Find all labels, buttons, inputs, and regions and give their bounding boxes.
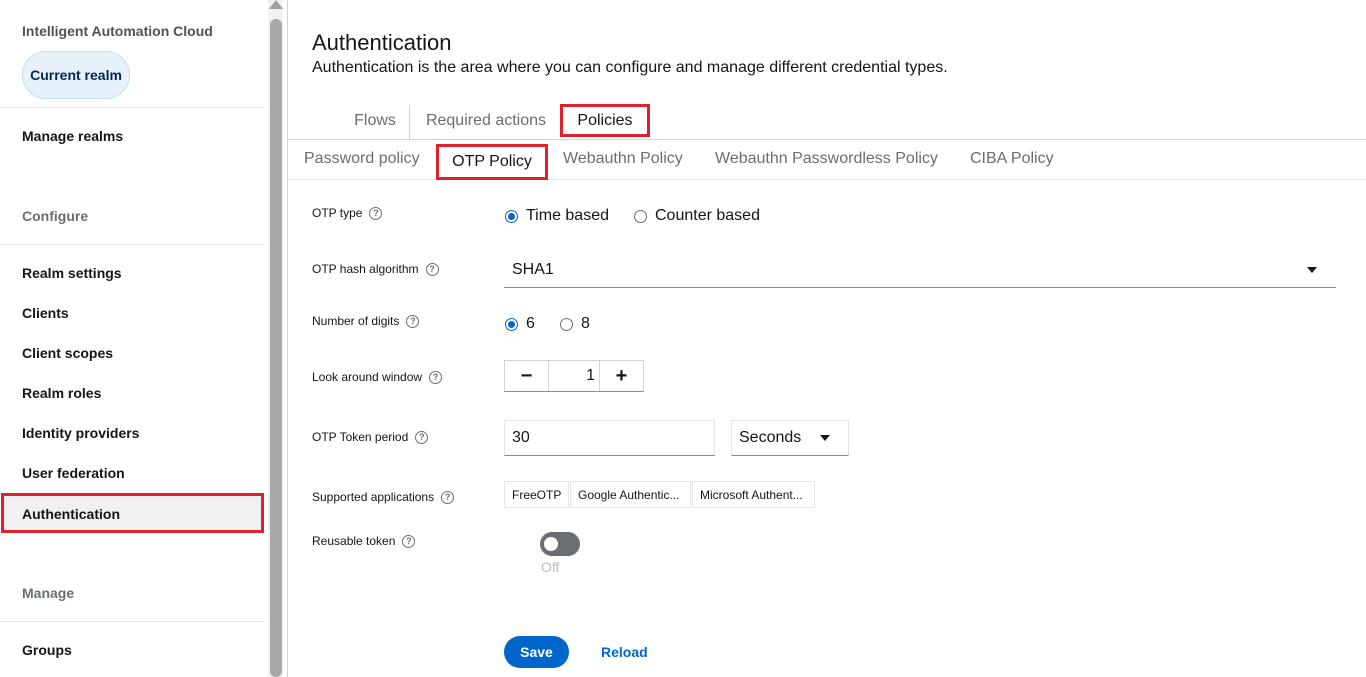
reusable-token-label: Reusable token ? (312, 534, 416, 548)
hash-algorithm-label-text: OTP hash algorithm (312, 262, 419, 276)
scrollbar-thumb[interactable] (270, 19, 282, 677)
supported-apps-label-text: Supported applications (312, 490, 435, 504)
otp-type-time-based-label[interactable]: Time based (526, 207, 609, 225)
digits-6-radio[interactable] (505, 318, 518, 331)
decrement-button[interactable]: − (505, 361, 549, 391)
save-button[interactable]: Save (504, 636, 569, 668)
sidebar-item-client-scopes[interactable]: Client scopes (22, 345, 113, 361)
look-around-value[interactable]: 1 (549, 361, 601, 391)
subtab-webauthn-passwordless-policy[interactable]: Webauthn Passwordless Policy (715, 140, 938, 178)
otp-type-time-based-radio[interactable] (505, 210, 518, 223)
app-chip-freeotp: FreeOTP (504, 481, 569, 508)
reload-button[interactable]: Reload (601, 644, 648, 660)
current-realm-button[interactable]: Current realm (22, 51, 130, 99)
scroll-up-arrow-icon[interactable] (269, 0, 283, 9)
sidebar-section-configure: Configure (22, 208, 89, 224)
reusable-token-label-text: Reusable token (312, 534, 396, 548)
digits-label-text: Number of digits (312, 314, 400, 328)
subtab-password-policy[interactable]: Password policy (304, 140, 420, 178)
digits-8-label[interactable]: 8 (581, 315, 590, 333)
help-circle-icon[interactable]: ? (441, 490, 455, 504)
reusable-token-toggle[interactable] (540, 532, 580, 556)
sidebar-item-user-federation[interactable]: User federation (22, 465, 125, 481)
token-period-label-text: OTP Token period (312, 430, 409, 444)
otp-type-counter-based-radio[interactable] (634, 210, 647, 223)
sidebar-item-authentication[interactable]: Authentication (1, 493, 264, 533)
tab-separator (409, 105, 410, 139)
tab-flows[interactable]: Flows (340, 103, 410, 139)
caret-down-icon (820, 435, 830, 441)
subtab-ciba-policy[interactable]: CIBA Policy (970, 140, 1054, 178)
sidebar-item-clients[interactable]: Clients (22, 305, 69, 321)
sidebar-divider (0, 107, 265, 108)
app-title: Intelligent Automation Cloud (22, 23, 213, 39)
sidebar-divider (0, 244, 265, 245)
look-around-label: Look around window ? (312, 370, 443, 384)
token-period-label: OTP Token period ? (312, 430, 429, 444)
digits-6-label[interactable]: 6 (526, 315, 535, 333)
help-circle-icon[interactable]: ? (415, 430, 429, 444)
sidebar-divider (0, 621, 265, 622)
help-circle-icon[interactable]: ? (402, 534, 416, 548)
otp-type-label-text: OTP type (312, 206, 363, 220)
token-period-unit-select[interactable]: Seconds (731, 420, 849, 456)
token-period-input[interactable]: 30 (504, 420, 715, 456)
tab-required-actions[interactable]: Required actions (419, 103, 553, 139)
look-around-stepper: − 1 + (504, 360, 644, 392)
token-period-unit-value: Seconds (739, 429, 802, 446)
app-chip-microsoft-authenticator: Microsoft Authent... (692, 481, 815, 508)
subtab-webauthn-policy[interactable]: Webauthn Policy (563, 140, 683, 178)
app-chip-google-authenticator: Google Authentic... (570, 481, 691, 508)
hash-algorithm-select[interactable]: SHA1 (504, 252, 1336, 288)
sidebar-item-identity-providers[interactable]: Identity providers (22, 425, 139, 441)
sidebar-section-manage: Manage (22, 585, 75, 601)
help-circle-icon[interactable]: ? (429, 370, 443, 384)
increment-button[interactable]: + (599, 361, 643, 391)
sidebar-item-realm-roles[interactable]: Realm roles (22, 385, 101, 401)
help-circle-icon[interactable]: ? (406, 314, 420, 328)
sidebar-item-groups[interactable]: Groups (22, 642, 72, 658)
sidebar-item-label: Authentication (22, 506, 120, 522)
otp-type-counter-based-label[interactable]: Counter based (655, 207, 760, 225)
caret-down-icon (1307, 267, 1317, 273)
hash-algorithm-value: SHA1 (512, 261, 554, 278)
reusable-token-state: Off (541, 559, 560, 575)
subtab-otp-policy[interactable]: OTP Policy (436, 144, 548, 180)
otp-type-label: OTP type ? (312, 206, 383, 220)
main-tabs: Flows Required actions Policies (288, 103, 1366, 140)
sidebar-item-realm-settings[interactable]: Realm settings (22, 265, 122, 281)
look-around-label-text: Look around window (312, 370, 423, 384)
sidebar-item-manage-realms[interactable]: Manage realms (22, 128, 123, 144)
hash-algorithm-label: OTP hash algorithm ? (312, 262, 439, 276)
supported-apps-label: Supported applications ? (312, 490, 455, 504)
page-title: Authentication (312, 30, 452, 55)
main-divider (287, 0, 288, 677)
digits-8-radio[interactable] (560, 318, 573, 331)
tab-policies[interactable]: Policies (560, 104, 650, 137)
sidebar: Intelligent Automation Cloud Current rea… (0, 0, 268, 677)
policy-subtabs: Password policy OTP Policy Webauthn Poli… (288, 140, 1366, 180)
digits-label: Number of digits ? (312, 314, 420, 328)
help-circle-icon[interactable]: ? (425, 262, 439, 276)
help-circle-icon[interactable]: ? (369, 206, 383, 220)
page-description: Authentication is the area where you can… (312, 59, 948, 76)
